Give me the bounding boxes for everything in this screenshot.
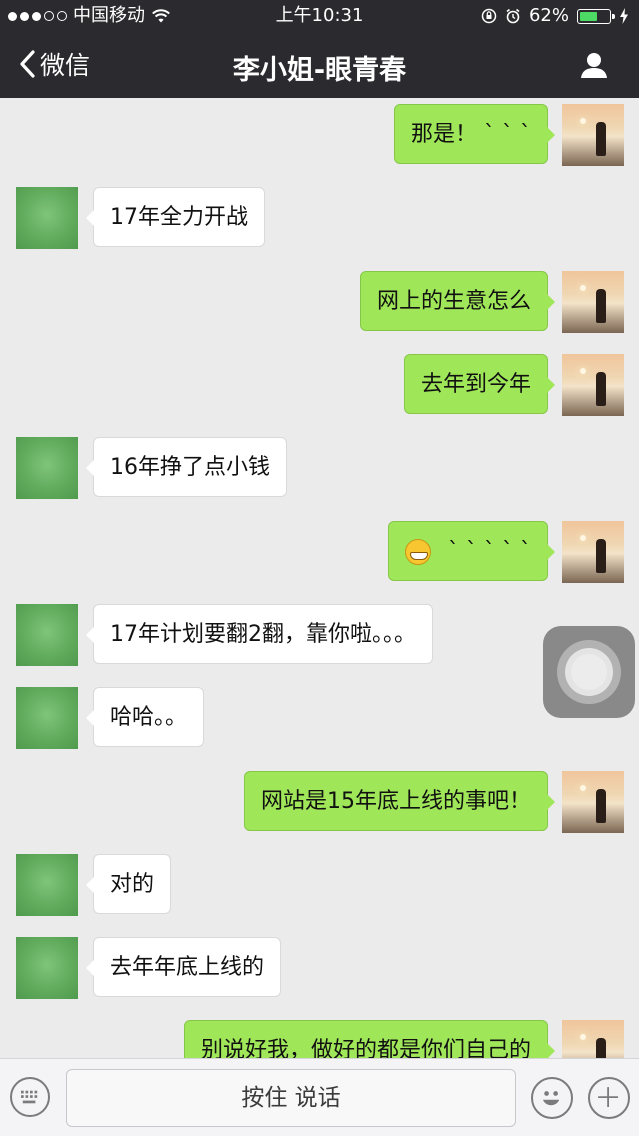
person-icon[interactable] [579, 50, 609, 80]
input-bar: 按住 说话 [0, 1058, 639, 1136]
message-bubble[interactable]: 对的 [85, 854, 172, 914]
my-avatar[interactable] [562, 521, 624, 583]
assistive-touch-button[interactable] [543, 626, 635, 718]
keyboard-icon[interactable] [10, 1077, 50, 1117]
message-bubble[interactable]: 别说好我，做好的都是你们自己的 [183, 1020, 556, 1058]
battery-percent: 62% [528, 5, 569, 26]
message-text: 对的 [110, 872, 155, 897]
message-text: ` ` ` ` ` [448, 539, 531, 564]
contact-avatar[interactable] [16, 187, 78, 249]
hold-to-talk-button[interactable]: 按住 说话 [66, 1069, 516, 1127]
message-bubble[interactable]: 去年到今年 [403, 354, 556, 414]
message-text: 哈哈。。 [110, 705, 188, 730]
smiley-icon[interactable] [531, 1077, 573, 1119]
chat-title: 李小姐-眼青春 [232, 55, 407, 86]
message-bubble[interactable]: 17年全力开战 [86, 187, 265, 247]
message-text: 网上的生意怎么 [376, 289, 531, 314]
message-text: 17年计划要翻2翻，靠你啦。。。 [110, 622, 416, 647]
alarm-icon [506, 8, 520, 24]
message-text: 16年挣了点小钱 [110, 455, 270, 480]
message-bubble[interactable]: 网上的生意怎么 [359, 271, 556, 331]
status-right: 62% [481, 0, 629, 32]
message-bubble[interactable]: 去年年底上线的 [85, 937, 282, 997]
contact-avatar[interactable] [16, 937, 78, 999]
contact-avatar[interactable] [16, 854, 78, 916]
contact-avatar[interactable] [16, 687, 78, 749]
message-text: 别说好我，做好的都是你们自己的 [200, 1038, 531, 1058]
contact-avatar[interactable] [16, 604, 78, 666]
message-bubble[interactable]: 17年计划要翻2翻，靠你啦。。。 [86, 604, 433, 664]
message-bubble[interactable]: 哈哈。。 [85, 687, 205, 747]
my-avatar[interactable] [562, 354, 624, 416]
message-text: 去年年底上线的 [110, 955, 265, 980]
grinning-face-icon [405, 539, 432, 565]
message-bubble[interactable]: 那是！ ` ` ` [394, 104, 555, 164]
charging-icon [620, 8, 628, 24]
message-list[interactable]: 那是！ ` ` ` 17年全力开战 网上的生意怎么 去年到今年 16年挣了点小钱… [0, 98, 639, 1058]
my-avatar[interactable] [562, 1020, 624, 1058]
message-text: 去年到今年 [420, 372, 531, 397]
header: 中国移动 上午10:31 62% 微信 李小姐-眼青春 [0, 0, 639, 98]
message-bubble[interactable]: ` ` ` ` ` [388, 521, 555, 581]
plus-icon[interactable] [588, 1077, 630, 1119]
my-avatar[interactable] [562, 271, 624, 333]
message-text: 网站是15年底上线的事吧！ [261, 789, 531, 814]
message-text: 那是！ ` ` ` [411, 122, 531, 147]
my-avatar[interactable] [562, 771, 624, 833]
rotation-lock-icon [481, 8, 497, 24]
message-text: 17年全力开战 [110, 205, 248, 230]
message-bubble[interactable]: 16年挣了点小钱 [86, 437, 287, 497]
message-bubble[interactable]: 网站是15年底上线的事吧！ [244, 771, 555, 831]
battery-icon [577, 8, 615, 24]
my-avatar[interactable] [562, 104, 624, 166]
nav-bar: 微信 李小姐-眼青春 [0, 34, 639, 98]
status-bar: 中国移动 上午10:31 62% [0, 0, 639, 32]
contact-avatar[interactable] [16, 437, 78, 499]
